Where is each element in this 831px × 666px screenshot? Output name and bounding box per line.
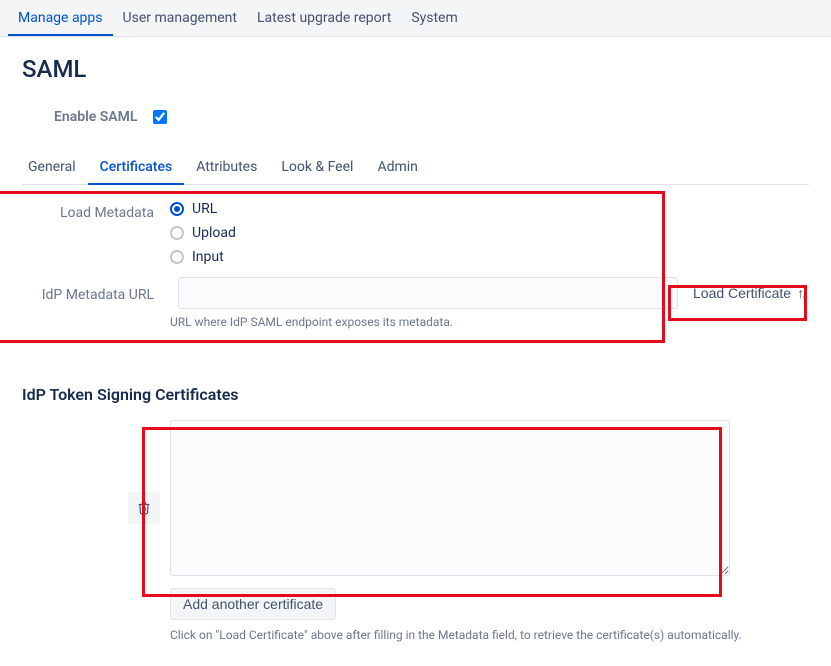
add-another-certificate-button[interactable]: Add another certificate (170, 588, 336, 620)
idp-metadata-url-input[interactable] (178, 277, 678, 309)
tab-certificates[interactable]: Certificates (88, 151, 185, 185)
idp-token-signing-heading: IdP Token Signing Certificates (22, 385, 809, 404)
enable-saml-checkbox[interactable] (153, 110, 167, 124)
nav-manage-apps[interactable]: Manage apps (8, 0, 113, 36)
sub-tabs: General Certificates Attributes Look & F… (22, 151, 809, 185)
trash-icon (137, 501, 151, 515)
sort-icon: ↑↓ (797, 286, 805, 300)
idp-metadata-url-label: IdP Metadata URL (22, 283, 170, 303)
tab-general[interactable]: General (22, 151, 88, 185)
load-metadata-label: Load Metadata (22, 201, 170, 221)
page-title: SAML (22, 55, 809, 83)
radio-upload-label: Upload (192, 225, 236, 241)
radio-upload-indicator (170, 226, 184, 240)
radio-input-indicator (170, 250, 184, 264)
idp-metadata-url-help: URL where IdP SAML endpoint exposes its … (170, 315, 809, 329)
tab-admin[interactable]: Admin (365, 151, 429, 185)
radio-upload[interactable]: Upload (170, 225, 670, 241)
radio-url[interactable]: URL (170, 201, 670, 217)
nav-latest-upgrade-report[interactable]: Latest upgrade report (247, 0, 401, 36)
tab-look-feel[interactable]: Look & Feel (269, 151, 365, 185)
radio-input[interactable]: Input (170, 249, 670, 265)
delete-certificate-button[interactable] (128, 492, 160, 524)
tab-attributes[interactable]: Attributes (184, 151, 269, 185)
enable-saml-label: Enable SAML (54, 109, 137, 125)
radio-url-indicator (170, 202, 184, 216)
radio-url-label: URL (192, 201, 217, 217)
radio-input-label: Input (192, 249, 224, 265)
nav-user-management[interactable]: User management (113, 0, 247, 36)
nav-system[interactable]: System (401, 0, 467, 36)
top-nav: Manage apps User management Latest upgra… (0, 0, 831, 37)
certificate-textarea[interactable] (170, 420, 730, 576)
certificate-help-text: Click on "Load Certificate" above after … (170, 628, 809, 642)
load-certificate-button[interactable]: Load Certificate ↑↓ (690, 279, 808, 307)
load-certificate-label: Load Certificate (693, 285, 791, 301)
